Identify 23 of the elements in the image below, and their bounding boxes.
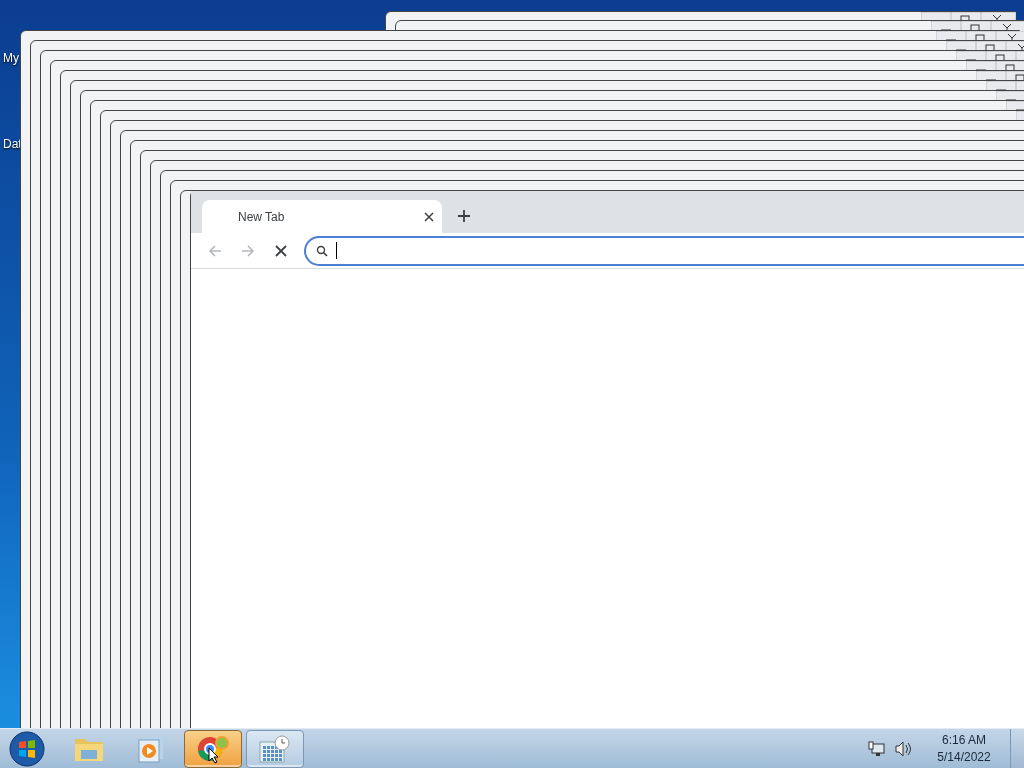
- speaker-icon[interactable]: [894, 740, 912, 757]
- address-bar[interactable]: [304, 235, 1024, 266]
- left-arrow-icon: [207, 242, 223, 259]
- desktop-icon-label[interactable]: Dat: [0, 136, 22, 152]
- start-button[interactable]: [7, 729, 47, 768]
- windows-logo-icon: [9, 730, 45, 767]
- plus-icon: [458, 210, 470, 222]
- text-cursor: [336, 242, 337, 259]
- clock-time: 6:16 AM: [942, 731, 986, 749]
- search-icon: [316, 244, 328, 257]
- network-icon[interactable]: [868, 740, 886, 757]
- browser-icon: [196, 733, 230, 764]
- calendar-icon: [258, 733, 292, 764]
- close-icon: [274, 243, 288, 258]
- desktop-icon-label[interactable]: My: [0, 50, 22, 66]
- clock[interactable]: 6:16 AM 5/14/2022: [924, 731, 1004, 766]
- clock-date: 5/14/2022: [937, 748, 991, 766]
- taskbar-button[interactable]: [246, 729, 304, 768]
- close-icon[interactable]: [424, 211, 434, 222]
- taskbar-button[interactable]: [184, 729, 242, 768]
- browser-tab[interactable]: New Tab: [202, 200, 442, 233]
- media-player-icon: [137, 734, 165, 763]
- right-arrow-icon: [240, 242, 256, 259]
